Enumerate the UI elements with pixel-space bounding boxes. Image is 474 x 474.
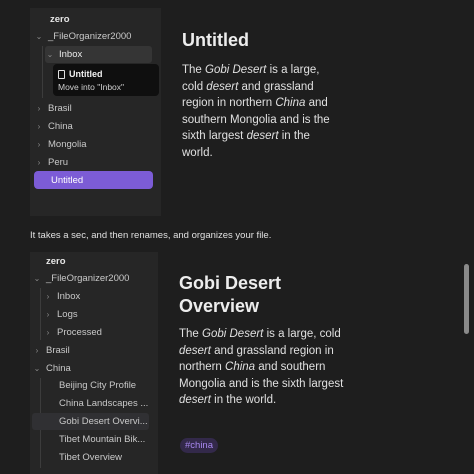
folder-inbox[interactable]: ⌄ Inbox <box>45 46 152 63</box>
file-beijing-city-profile[interactable]: Beijing City Profile <box>45 377 150 394</box>
folder-china[interactable]: ⌄ China <box>32 360 154 377</box>
note-title: Gobi Desert Overview <box>179 273 282 316</box>
folder-china[interactable]: › China <box>34 118 156 135</box>
chevron-right-icon[interactable]: › <box>43 328 53 337</box>
folder-brasil[interactable]: › Brasil <box>32 342 154 359</box>
file-icon <box>58 69 65 79</box>
folder-logs[interactable]: › Logs <box>43 306 153 323</box>
chevron-right-icon[interactable]: › <box>34 140 44 149</box>
tooltip-subtitle: Move into "Inbox" <box>58 82 125 92</box>
chevron-down-icon[interactable]: ⌄ <box>32 364 42 373</box>
file-tibet-overview[interactable]: Tibet Overview <box>45 449 150 466</box>
file-china-landscapes[interactable]: China Landscapes ... <box>45 395 150 412</box>
file-gobi-desert-overview[interactable]: Gobi Desert Overvi... <box>32 413 149 430</box>
file-untitled[interactable]: Untitled <box>34 171 153 189</box>
note-body: The Gobi Desert is a large, cold desert … <box>179 328 344 406</box>
chevron-down-icon[interactable]: ⌄ <box>32 274 42 283</box>
folder-mongolia[interactable]: › Mongolia <box>34 136 156 153</box>
indent-guide <box>40 288 41 340</box>
folder-brasil[interactable]: › Brasil <box>34 100 156 117</box>
indent-guide <box>42 46 43 98</box>
vault-name: zero <box>46 256 66 267</box>
folder-fileorganizer[interactable]: ⌄ _FileOrganizer2000 <box>34 28 156 45</box>
note-title: Untitled <box>182 30 249 50</box>
chevron-right-icon[interactable]: › <box>43 292 53 301</box>
tag-china[interactable]: #china <box>180 438 218 453</box>
drag-tooltip: Untitled Move into "Inbox" <box>53 64 159 96</box>
chevron-right-icon[interactable]: › <box>34 158 44 167</box>
folder-peru[interactable]: › Peru <box>34 154 156 171</box>
file-tibet-mountain-biking[interactable]: Tibet Mountain Bik... <box>45 431 150 448</box>
caption-text: It takes a sec, and then renames, and or… <box>30 230 272 241</box>
chevron-down-icon[interactable]: ⌄ <box>45 50 55 59</box>
vault-name: zero <box>50 14 70 25</box>
chevron-right-icon[interactable]: › <box>34 122 44 131</box>
chevron-down-icon[interactable]: ⌄ <box>34 32 44 41</box>
tooltip-title: Untitled <box>69 69 103 79</box>
folder-fileorganizer[interactable]: ⌄ _FileOrganizer2000 <box>32 270 154 287</box>
note-body: The Gobi Desert is a large, cold desert … <box>182 64 330 159</box>
scrollbar-thumb[interactable] <box>464 264 469 334</box>
folder-inbox[interactable]: › Inbox <box>43 288 153 305</box>
chevron-right-icon[interactable]: › <box>34 104 44 113</box>
chevron-right-icon[interactable]: › <box>43 310 53 319</box>
folder-processed[interactable]: › Processed <box>43 324 153 341</box>
chevron-right-icon[interactable]: › <box>32 346 42 355</box>
